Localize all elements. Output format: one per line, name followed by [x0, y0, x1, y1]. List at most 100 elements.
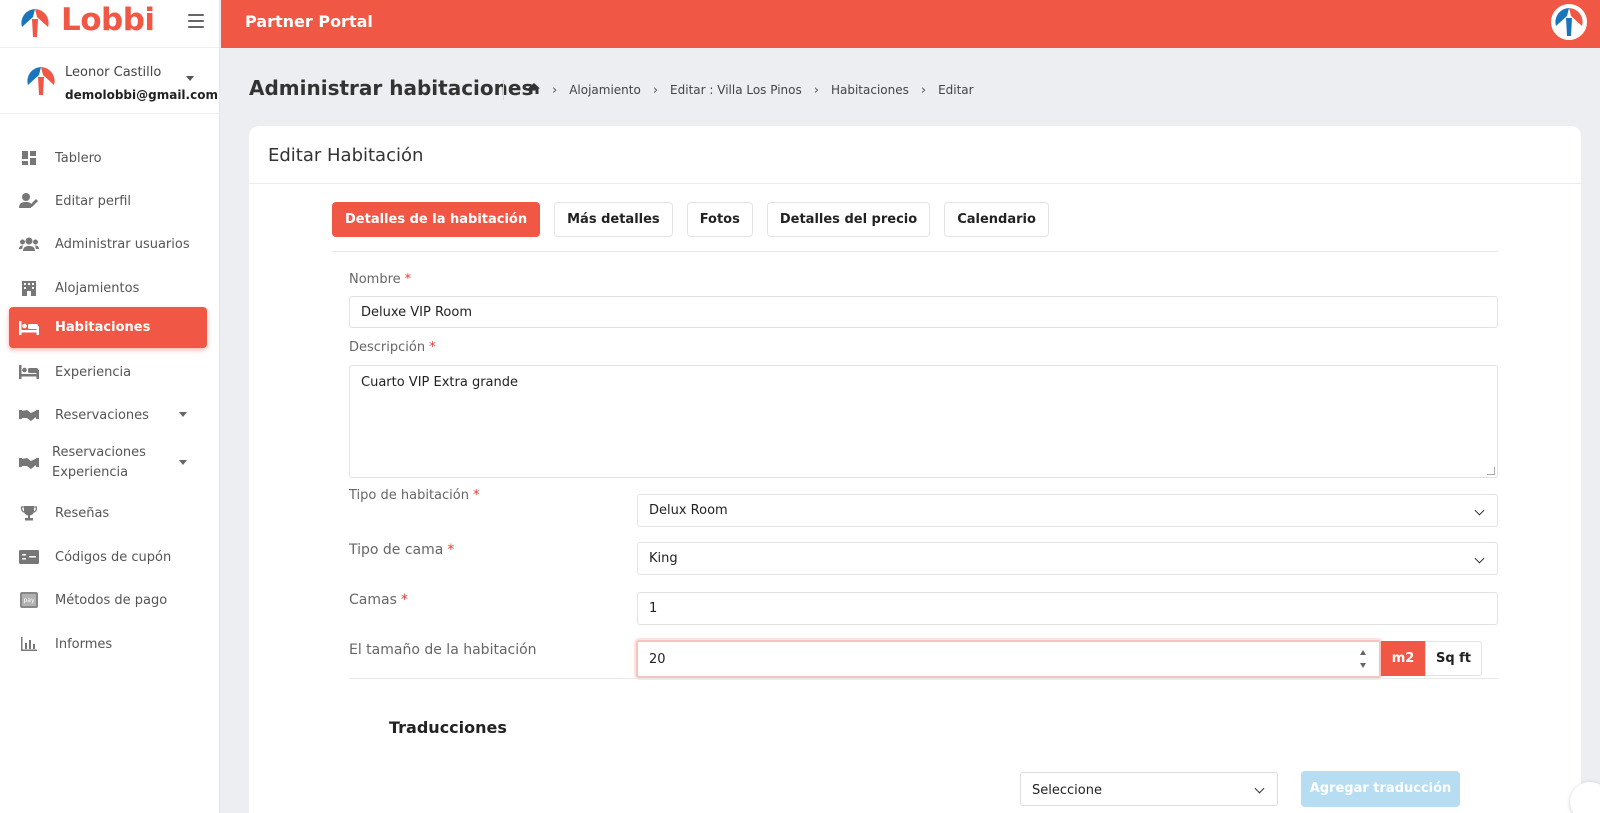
- trophy-icon: [19, 503, 39, 523]
- sidebar-item-label: Tablero: [55, 150, 102, 166]
- room-size-label: El tamaño de la habitación: [349, 642, 537, 658]
- description-text: Cuarto VIP Extra grande: [361, 375, 519, 390]
- chevron-right-icon: ›: [552, 82, 558, 98]
- unit-m2-button[interactable]: m2: [1381, 641, 1425, 676]
- edit-room-card: Editar Habitación Detalles de la habitac…: [249, 126, 1581, 813]
- bed-type-label: Tipo de cama *: [349, 542, 455, 558]
- page-title: Administrar habitaciones: [249, 76, 534, 100]
- sidebar-item-reservaciones[interactable]: Reservaciones: [9, 395, 207, 435]
- resize-handle-icon[interactable]: [1487, 467, 1495, 475]
- sidebar: Lobbi Leonor Castillo demolobbi@gmail.co…: [0, 0, 220, 813]
- sidebar-item-label: Experiencia: [55, 364, 132, 380]
- description-label: Descripción *: [349, 340, 436, 355]
- sidebar-item-label: Informes: [55, 636, 113, 652]
- sidebar-item-label: Reservaciones: [55, 407, 149, 423]
- name-label: Nombre *: [349, 272, 412, 287]
- top-bar: Partner Portal: [221, 0, 1600, 48]
- name-input[interactable]: Deluxe VIP Room: [349, 296, 1498, 328]
- chevron-down-icon: [1254, 783, 1265, 794]
- room-type-select[interactable]: Delux Room: [637, 494, 1498, 527]
- unit-sqft-button[interactable]: Sq ft: [1425, 641, 1482, 676]
- sidebar-item-informes[interactable]: Informes: [9, 624, 207, 664]
- user-name: Leonor Castillo: [65, 65, 162, 80]
- sidebar-item-resenas[interactable]: Reseñas: [9, 493, 207, 533]
- beds-input[interactable]: 1: [637, 592, 1498, 625]
- bed-icon: [19, 362, 39, 382]
- room-tabs: Detalles de la habitación Más detalles F…: [332, 202, 1063, 237]
- user-email: demolobbi@gmail.com: [65, 88, 218, 102]
- divider: [249, 183, 1581, 184]
- breadcrumb-alojamiento[interactable]: Alojamiento: [569, 83, 641, 97]
- sidebar-item-label: Administrar usuarios: [55, 236, 190, 252]
- sidebar-item-label: Métodos de pago: [55, 592, 168, 608]
- sidebar-item-tablero[interactable]: Tablero: [9, 138, 207, 178]
- breadcrumb-editar-alojamiento[interactable]: Editar : Villa Los Pinos: [670, 83, 802, 97]
- chevron-down-icon: [1474, 553, 1485, 564]
- user-avatar: [25, 65, 57, 97]
- sidebar-item-alojamientos[interactable]: Alojamientos: [9, 268, 207, 308]
- building-icon: [19, 278, 39, 298]
- language-select[interactable]: Seleccione: [1020, 772, 1278, 806]
- tab-detalles-precio[interactable]: Detalles del precio: [766, 202, 931, 237]
- room-type-label: Tipo de habitación *: [349, 488, 480, 503]
- tab-mas-detalles[interactable]: Más detalles: [554, 202, 673, 237]
- chevron-down-icon[interactable]: [186, 76, 194, 81]
- room-size-input[interactable]: 20: [636, 640, 1381, 678]
- brand-name: Lobbi: [61, 2, 155, 38]
- sidebar-item-label: Habitaciones: [55, 320, 151, 335]
- handshake-icon: [19, 453, 39, 473]
- divider: [349, 678, 1498, 679]
- sidebar-item-codigos-de-cupon[interactable]: Códigos de cupón: [9, 537, 207, 577]
- card-title: Editar Habitación: [268, 145, 424, 166]
- breadcrumb-editar: Editar: [938, 83, 974, 97]
- logo-icon: [19, 7, 51, 39]
- chart-icon: [19, 634, 39, 654]
- bed-icon: [19, 318, 39, 338]
- account-avatar[interactable]: [1551, 4, 1587, 40]
- language-select-value: Seleccione: [1032, 783, 1102, 798]
- svg-text:pay: pay: [23, 597, 34, 604]
- chevron-down-icon: [1474, 505, 1485, 516]
- translations-heading: Traducciones: [389, 718, 507, 737]
- sidebar-item-label: Reservaciones Experiencia: [52, 445, 146, 480]
- number-stepper-icon[interactable]: [1359, 650, 1367, 668]
- sidebar-item-editar-perfil[interactable]: Editar perfil: [9, 181, 207, 221]
- breadcrumb: › Alojamiento › Editar : Villa Los Pinos…: [503, 80, 974, 100]
- handshake-icon: [19, 405, 39, 425]
- dashboard-icon: [19, 148, 39, 168]
- sidebar-item-label: Alojamientos: [55, 280, 140, 296]
- users-icon: [19, 234, 39, 254]
- sidebar-item-habitaciones[interactable]: Habitaciones: [9, 307, 207, 348]
- sidebar-item-reservaciones-experiencia[interactable]: Reservaciones Experiencia: [9, 433, 207, 493]
- bed-type-value: King: [649, 551, 678, 566]
- bed-type-select[interactable]: King: [637, 542, 1498, 575]
- chevron-right-icon: ›: [652, 82, 659, 98]
- room-size-value: 20: [649, 651, 666, 667]
- chevron-right-icon: ›: [813, 82, 819, 98]
- room-type-value: Delux Room: [649, 503, 728, 518]
- breadcrumb-habitaciones[interactable]: Habitaciones: [831, 83, 909, 97]
- coupon-icon: [19, 547, 39, 567]
- sidebar-item-label: Reseñas: [55, 505, 110, 521]
- description-textarea[interactable]: Cuarto VIP Extra grande: [349, 365, 1498, 478]
- beds-label: Camas *: [349, 592, 408, 608]
- chevron-right-icon: ›: [920, 82, 927, 98]
- sidebar-item-label: Códigos de cupón: [55, 549, 172, 565]
- sidebar-item-metodos-de-pago[interactable]: pay Métodos de pago: [9, 580, 207, 620]
- tab-fotos[interactable]: Fotos: [686, 202, 753, 237]
- home-icon[interactable]: [528, 83, 540, 97]
- chevron-down-icon: [179, 460, 187, 465]
- tab-detalles-habitacion[interactable]: Detalles de la habitación: [332, 202, 541, 237]
- divider: [332, 251, 1498, 252]
- payment-icon: pay: [19, 590, 39, 610]
- portal-title: Partner Portal: [245, 12, 373, 31]
- sidebar-item-experiencia[interactable]: Experiencia: [9, 352, 207, 392]
- hamburger-menu-icon[interactable]: [188, 14, 204, 28]
- chevron-down-icon: [179, 412, 187, 417]
- logo-row: Lobbi: [0, 0, 219, 48]
- sidebar-item-label: Editar perfil: [55, 193, 132, 209]
- tab-calendario[interactable]: Calendario: [944, 202, 1049, 237]
- user-edit-icon: [19, 191, 39, 211]
- add-translation-button[interactable]: Agregar traducción: [1301, 771, 1460, 807]
- sidebar-item-administrar-usuarios[interactable]: Administrar usuarios: [9, 224, 207, 264]
